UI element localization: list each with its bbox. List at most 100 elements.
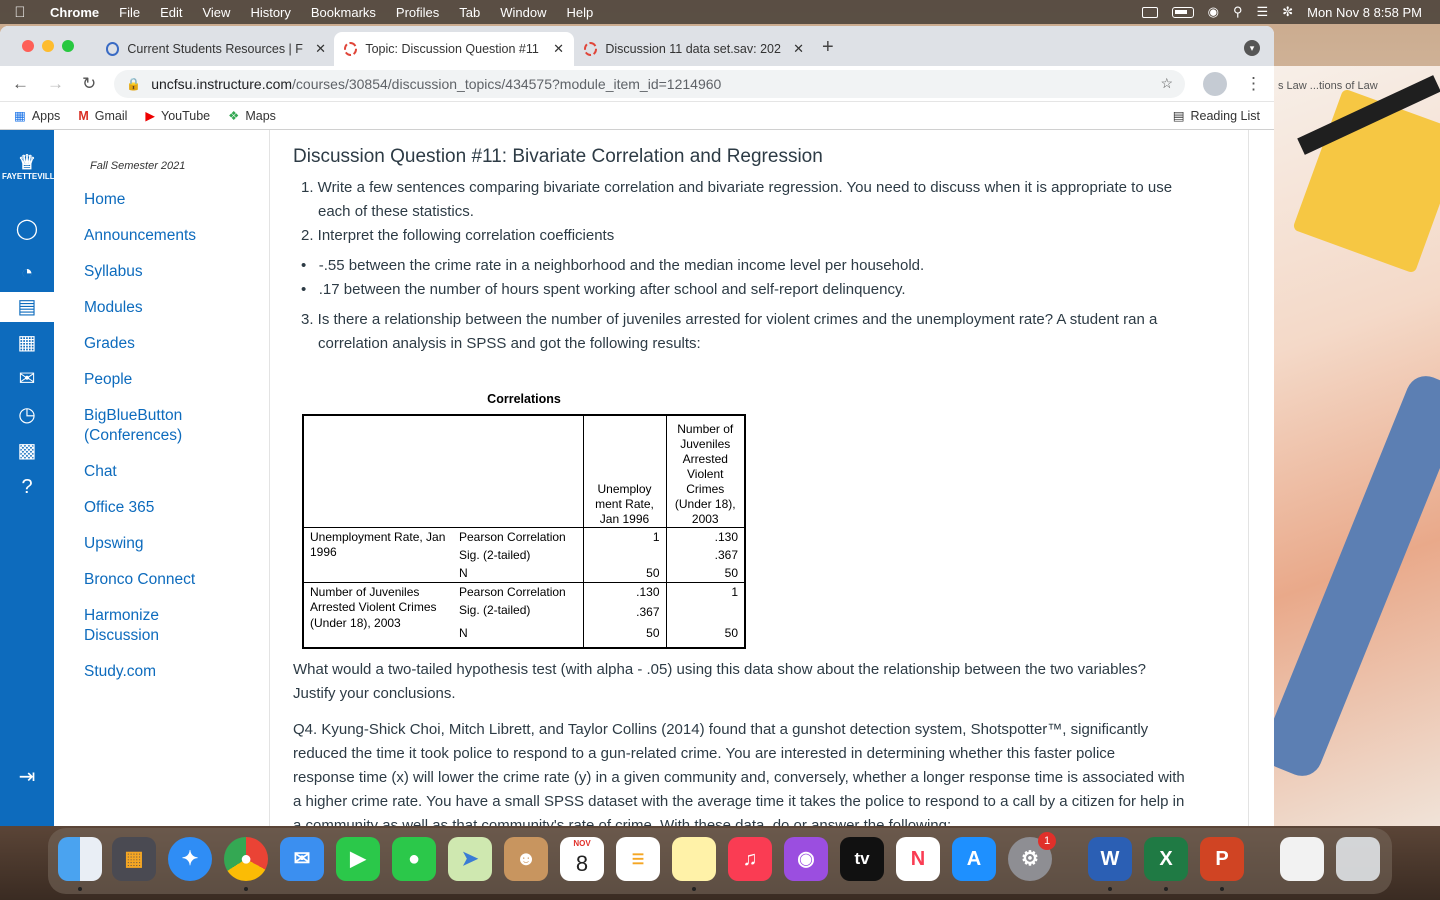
forward-icon[interactable]: → <box>47 74 64 94</box>
loading-icon <box>344 42 358 56</box>
history-icon[interactable]: ◷ <box>10 400 44 430</box>
zoom-window-button[interactable] <box>62 40 74 52</box>
notification-badge: 1 <box>1038 832 1056 850</box>
contacts-icon[interactable]: ☻ <box>504 837 548 881</box>
browser-menu-icon[interactable]: ⋮ <box>1245 74 1262 94</box>
course-nav-harmonize[interactable]: Harmonize Discussion <box>84 606 184 646</box>
close-tab-icon[interactable]: ✕ <box>793 41 804 57</box>
discussion-title: Discussion Question #11: Bivariate Corre… <box>293 146 823 167</box>
help-icon[interactable]: ? <box>10 472 44 502</box>
reading-list-icon: ▤ <box>1172 109 1185 123</box>
calendar-icon[interactable]: ▦ <box>10 328 44 358</box>
bookmark-apps[interactable]: ▦ Apps <box>14 108 61 124</box>
close-tab-icon[interactable]: ✕ <box>553 41 564 57</box>
course-nav-modules[interactable]: Modules <box>84 298 143 318</box>
question-1-line: each of these statistics. <box>318 203 474 220</box>
facetime-icon[interactable]: ▶ <box>336 837 380 881</box>
bookmark-label: Apps <box>31 108 61 123</box>
back-icon[interactable]: ← <box>12 74 29 94</box>
screen-icon[interactable] <box>1141 6 1158 18</box>
menu-bookmarks[interactable]: Bookmarks <box>301 5 386 20</box>
course-nav-upswing[interactable]: Upswing <box>84 534 143 554</box>
app-store-icon[interactable]: A <box>952 837 996 881</box>
close-tab-icon[interactable]: ✕ <box>315 41 326 57</box>
inbox-icon[interactable]: ✉ <box>10 364 44 394</box>
address-bar[interactable]: 🔒 uncfsu.instructure.com/courses/30854/d… <box>114 69 1185 98</box>
apple-menu-icon[interactable]:  <box>0 4 40 21</box>
calendar-app-icon[interactable]: NOV 8 <box>560 837 604 881</box>
music-icon[interactable]: ♫ <box>728 837 772 881</box>
wifi-icon[interactable]: ◉ <box>1208 4 1219 20</box>
podcasts-icon[interactable]: ◉ <box>784 837 828 881</box>
spotlight-icon[interactable]: ⚲ <box>1233 4 1243 20</box>
courses-icon[interactable]: ▤ <box>0 292 54 322</box>
menu-history[interactable]: History <box>240 5 300 20</box>
dashboard-icon[interactable]: ◔ <box>10 258 44 288</box>
course-nav-syllabus[interactable]: Syllabus <box>84 262 143 282</box>
browser-toolbar: ← → ↻ 🔒 uncfsu.instructure.com/courses/3… <box>0 66 1274 102</box>
reload-icon[interactable]: ↻ <box>82 74 96 94</box>
menu-help[interactable]: Help <box>557 5 604 20</box>
course-nav-chat[interactable]: Chat <box>84 462 117 482</box>
bookmark-maps[interactable]: ❖ Maps <box>228 108 276 124</box>
course-nav-grades[interactable]: Grades <box>84 334 135 354</box>
course-nav-people[interactable]: People <box>84 370 132 390</box>
menu-view[interactable]: View <box>192 5 240 20</box>
news-icon[interactable]: N <box>896 837 940 881</box>
course-nav-announcements[interactable]: Announcements <box>84 226 196 246</box>
apple-tv-icon[interactable]: tv <box>840 837 884 881</box>
account-icon[interactable]: ◯ <box>10 214 44 244</box>
menu-tab[interactable]: Tab <box>449 5 490 20</box>
finder-icon[interactable] <box>58 837 102 881</box>
chrome-icon[interactable]: ● <box>224 837 268 881</box>
table-cell: 50 <box>583 563 667 583</box>
university-logo[interactable]: ♕ FAYETTEVILLE <box>2 153 60 188</box>
menu-window[interactable]: Window <box>490 5 556 20</box>
course-nav-bigbluebutton[interactable]: BigBlueButton (Conferences) <box>84 406 224 446</box>
bookmark-youtube[interactable]: ▶ YouTube <box>145 108 210 124</box>
loading-icon <box>584 42 598 56</box>
menu-file[interactable]: File <box>109 5 150 20</box>
lock-icon[interactable]: 🔒 <box>126 77 141 91</box>
launchpad-icon[interactable]: ▦ <box>112 837 156 881</box>
new-tab-icon[interactable]: + <box>822 36 834 59</box>
excel-icon[interactable]: X <box>1144 837 1188 881</box>
reading-list-button[interactable]: ▤ Reading List <box>1172 108 1260 124</box>
mail-icon[interactable]: ✉ <box>280 837 324 881</box>
course-nav-home[interactable]: Home <box>84 190 125 210</box>
menu-chrome[interactable]: Chrome <box>40 5 109 20</box>
bookmark-gmail[interactable]: M Gmail <box>78 109 127 123</box>
minimize-window-button[interactable] <box>42 40 54 52</box>
notes-icon[interactable] <box>672 837 716 881</box>
word-icon[interactable]: W <box>1088 837 1132 881</box>
reminders-icon[interactable]: ☰ <box>616 837 660 881</box>
document-icon[interactable] <box>1280 837 1324 881</box>
menu-profiles[interactable]: Profiles <box>386 5 449 20</box>
trash-icon[interactable] <box>1336 837 1380 881</box>
messages-icon[interactable]: ● <box>392 837 436 881</box>
tab-current-students[interactable]: Current Students Resources | F ✕ <box>96 32 336 66</box>
course-nav-bronco-connect[interactable]: Bronco Connect <box>84 570 195 590</box>
battery-icon[interactable] <box>1171 6 1194 18</box>
course-navigation: Fall Semester 2021 Home Announcements Sy… <box>54 130 270 826</box>
profile-avatar[interactable] <box>1203 71 1227 96</box>
tab-discussion-question[interactable]: Topic: Discussion Question #11 ✕ <box>334 32 574 66</box>
bookmark-star-icon[interactable]: ☆ <box>1160 75 1173 92</box>
course-nav-studycom[interactable]: Study.com <box>84 662 156 682</box>
table-caption: Correlations <box>487 392 561 406</box>
close-window-button[interactable] <box>22 40 34 52</box>
tab-data-set[interactable]: Discussion 11 data set.sav: 202 ✕ <box>574 32 814 66</box>
statistic-label: N <box>453 622 584 648</box>
tab-search-icon[interactable]: ▾ <box>1244 40 1260 56</box>
commons-icon[interactable]: ▩ <box>10 436 44 466</box>
control-center-icon[interactable]: ☰ <box>1257 4 1269 20</box>
powerpoint-icon[interactable]: P <box>1200 837 1244 881</box>
menu-edit[interactable]: Edit <box>150 5 192 20</box>
menubar-clock[interactable]: Mon Nov 8 8:58 PM <box>1307 5 1422 20</box>
safari-icon[interactable]: ✦ <box>168 837 212 881</box>
maps-app-icon[interactable]: ➤ <box>448 837 492 881</box>
siri-icon[interactable]: ✼ <box>1282 4 1293 20</box>
correlations-table: Unemploy ment Rate, Jan 1996 Number of J… <box>302 414 746 649</box>
course-nav-office365[interactable]: Office 365 <box>84 498 154 518</box>
collapse-nav-icon[interactable]: ⇥ <box>10 762 44 792</box>
